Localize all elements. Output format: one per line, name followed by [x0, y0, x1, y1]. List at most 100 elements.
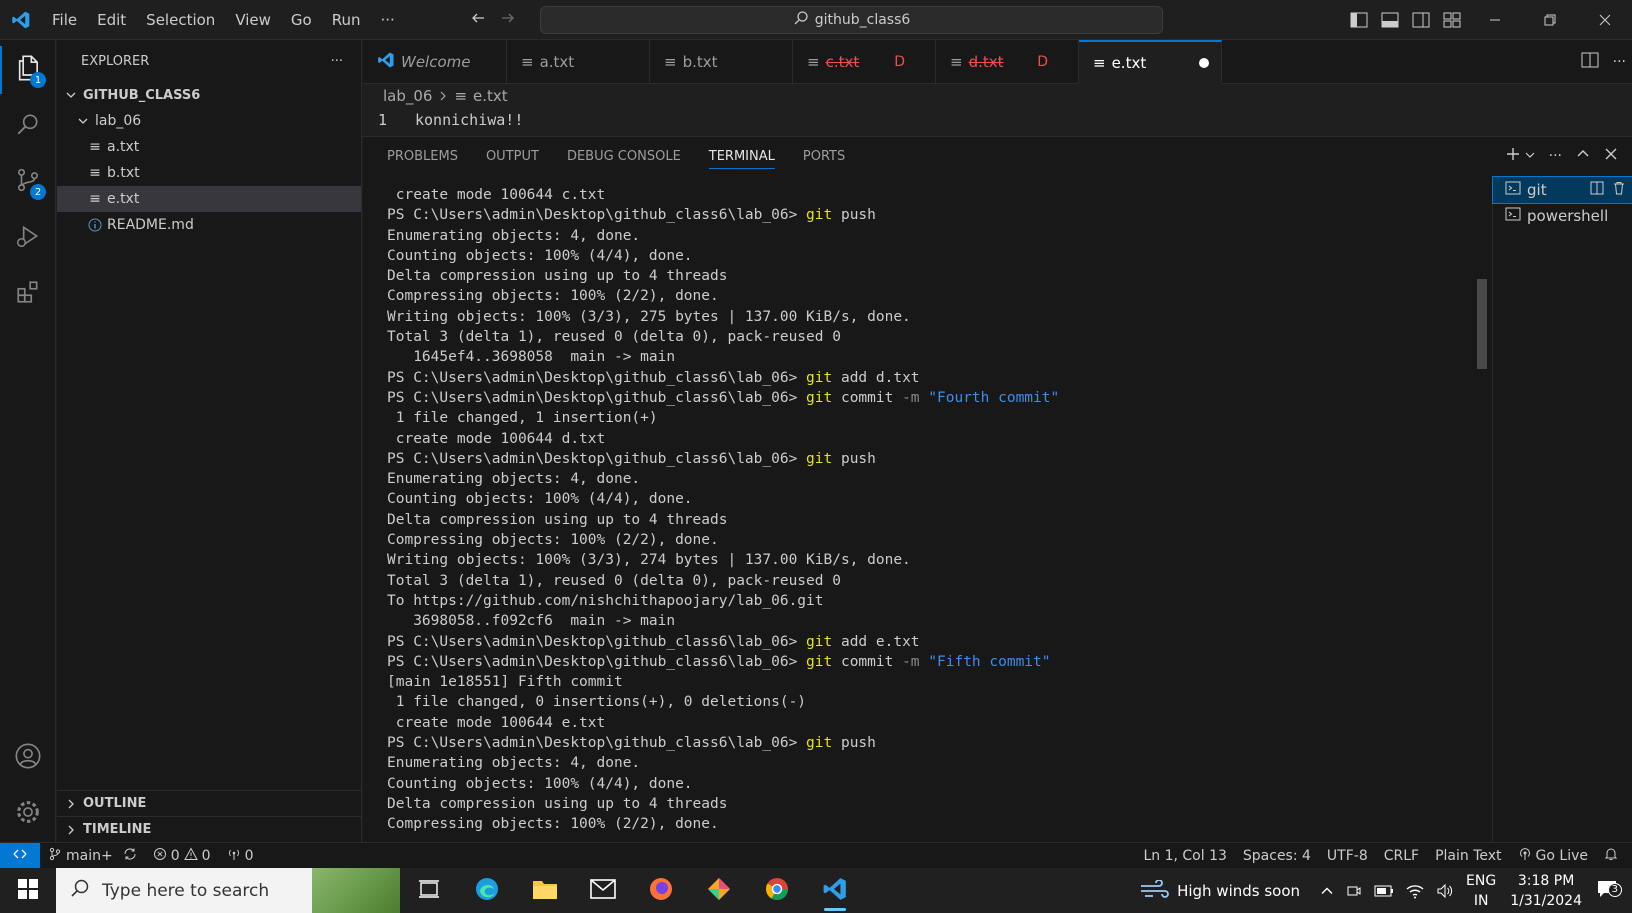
cursor-position[interactable]: Ln 1, Col 13: [1135, 843, 1234, 869]
tab-d-txt[interactable]: ≡ d.txt D: [936, 40, 1079, 84]
indentation[interactable]: Spaces: 4: [1235, 843, 1319, 869]
encoding[interactable]: UTF-8: [1319, 843, 1376, 869]
edge-app[interactable]: [458, 868, 516, 913]
file-b-txt[interactable]: ≡ b.txt: [57, 160, 361, 186]
tab-welcome[interactable]: Welcome: [363, 40, 507, 84]
workspace-root[interactable]: GITHUB_CLASS6: [57, 82, 361, 108]
minimize-button[interactable]: [1467, 0, 1522, 40]
close-panel-icon[interactable]: [1604, 147, 1618, 165]
outline-section[interactable]: OUTLINE: [57, 790, 362, 816]
text-file-icon: ≡: [454, 87, 468, 105]
file-readme[interactable]: README.md: [57, 212, 361, 238]
terminal-item-actions: [1590, 181, 1626, 199]
unsaved-dot-icon[interactable]: [1199, 58, 1209, 68]
editor-line[interactable]: 1 konnichiwa!!: [363, 108, 523, 132]
show-hidden-icons[interactable]: [1314, 884, 1340, 898]
go-live-button[interactable]: Go Live: [1510, 843, 1596, 869]
file-a-txt[interactable]: ≡ a.txt: [57, 134, 361, 160]
line-ending[interactable]: CRLF: [1376, 843, 1427, 869]
sidebar-bottom-sections: OUTLINE TIMELINE: [57, 790, 362, 842]
menu-more[interactable]: ···: [371, 0, 405, 40]
meet-icon[interactable]: [1340, 883, 1368, 899]
search-activity[interactable]: [0, 102, 56, 150]
terminal-git[interactable]: git: [1492, 176, 1632, 204]
start-button[interactable]: [0, 868, 56, 913]
new-terminal-icon[interactable]: [1505, 146, 1521, 166]
volume-icon[interactable]: [1430, 883, 1460, 899]
tab-output[interactable]: OUTPUT: [486, 137, 539, 175]
terminal-label: powershell: [1527, 207, 1609, 225]
terminal-text: Delta compression using up to 4 threads: [387, 795, 728, 812]
breadcrumb-file[interactable]: e.txt: [473, 87, 508, 105]
chrome-app[interactable]: [748, 868, 806, 913]
terminal-output[interactable]: create mode 100644 c.txt PS C:\Users\admi…: [387, 185, 1447, 835]
branch-status[interactable]: main+: [40, 843, 145, 869]
restore-button[interactable]: [1522, 0, 1577, 40]
breadcrumb-folder[interactable]: lab_06: [383, 87, 432, 105]
tab-debug-console[interactable]: DEBUG CONSOLE: [567, 137, 681, 175]
file-e-txt[interactable]: ≡ e.txt: [57, 186, 361, 212]
terminal-scrollbar[interactable]: [1477, 279, 1487, 369]
split-terminal-icon[interactable]: [1590, 181, 1604, 199]
toggle-sidebar-icon[interactable]: [1343, 0, 1374, 40]
folder-lab06[interactable]: lab_06: [57, 108, 361, 134]
command-center-search[interactable]: github_class6: [540, 6, 1163, 34]
sync-icon[interactable]: [123, 847, 137, 865]
ports-status[interactable]: 0: [219, 843, 262, 869]
task-view-button[interactable]: [400, 868, 458, 913]
more-actions-icon[interactable]: ···: [1549, 148, 1562, 164]
tab-problems[interactable]: PROBLEMS: [387, 137, 458, 175]
wifi-icon[interactable]: [1400, 883, 1430, 899]
vscode-app[interactable]: [806, 868, 864, 913]
notification-center[interactable]: 3: [1590, 879, 1632, 903]
remote-indicator[interactable]: [0, 842, 40, 869]
notifications-button[interactable]: [1596, 843, 1632, 869]
timeline-section[interactable]: TIMELINE: [57, 816, 362, 842]
menu-edit[interactable]: Edit: [87, 0, 136, 40]
maximize-panel-icon[interactable]: [1576, 147, 1590, 165]
mail-app[interactable]: [574, 868, 632, 913]
tab-b-txt[interactable]: ≡ b.txt: [650, 40, 793, 84]
battery-icon[interactable]: [1368, 885, 1400, 897]
manage-activity[interactable]: [0, 790, 56, 838]
input-language[interactable]: ENG IN: [1460, 871, 1502, 911]
customize-layout-icon[interactable]: [1436, 0, 1467, 40]
tab-c-txt[interactable]: ≡ c.txt D: [793, 40, 936, 84]
menu-view[interactable]: View: [225, 0, 281, 40]
clock[interactable]: 3:18 PM 1/31/2024: [1502, 871, 1590, 911]
chevron-down-icon[interactable]: [1525, 148, 1535, 164]
explorer-more-button[interactable]: ···: [331, 54, 343, 69]
toggle-secondary-sidebar-icon[interactable]: [1405, 0, 1436, 40]
tab-terminal[interactable]: TERMINAL: [708, 137, 776, 175]
language-mode[interactable]: Plain Text: [1427, 843, 1509, 869]
line-content[interactable]: konnichiwa!!: [415, 111, 523, 129]
menu-file[interactable]: File: [42, 0, 87, 40]
tab-e-txt[interactable]: ≡ e.txt: [1079, 40, 1222, 84]
run-debug-activity[interactable]: [0, 214, 56, 262]
close-window-button[interactable]: [1577, 0, 1632, 40]
toggle-panel-icon[interactable]: [1374, 0, 1405, 40]
accounts-activity[interactable]: [0, 734, 56, 782]
split-editor-icon[interactable]: [1581, 52, 1599, 72]
forward-arrow-icon[interactable]: [500, 10, 516, 30]
back-arrow-icon[interactable]: [470, 10, 486, 30]
problems-status[interactable]: 0 0: [145, 843, 219, 869]
tab-a-txt[interactable]: ≡ a.txt: [507, 40, 650, 84]
tab-label: Welcome: [401, 53, 471, 71]
menu-go[interactable]: Go: [281, 0, 322, 40]
tab-ports[interactable]: PORTS: [803, 137, 845, 175]
colorful-app[interactable]: [690, 868, 748, 913]
source-control-activity[interactable]: 2: [0, 158, 56, 206]
trash-icon[interactable]: [1612, 181, 1626, 199]
menu-run[interactable]: Run: [322, 0, 371, 40]
menu-selection[interactable]: Selection: [136, 0, 225, 40]
taskbar-search[interactable]: Type here to search: [56, 868, 400, 913]
firefox-app[interactable]: [632, 868, 690, 913]
explorer-activity[interactable]: 1: [0, 46, 56, 94]
file-explorer-app[interactable]: [516, 868, 574, 913]
terminal-powershell[interactable]: powershell: [1493, 203, 1632, 229]
extensions-activity[interactable]: [0, 270, 56, 318]
navigation-arrows: [470, 0, 516, 40]
more-actions-icon[interactable]: ···: [1613, 54, 1626, 70]
weather-widget[interactable]: High winds soon: [1133, 878, 1314, 902]
